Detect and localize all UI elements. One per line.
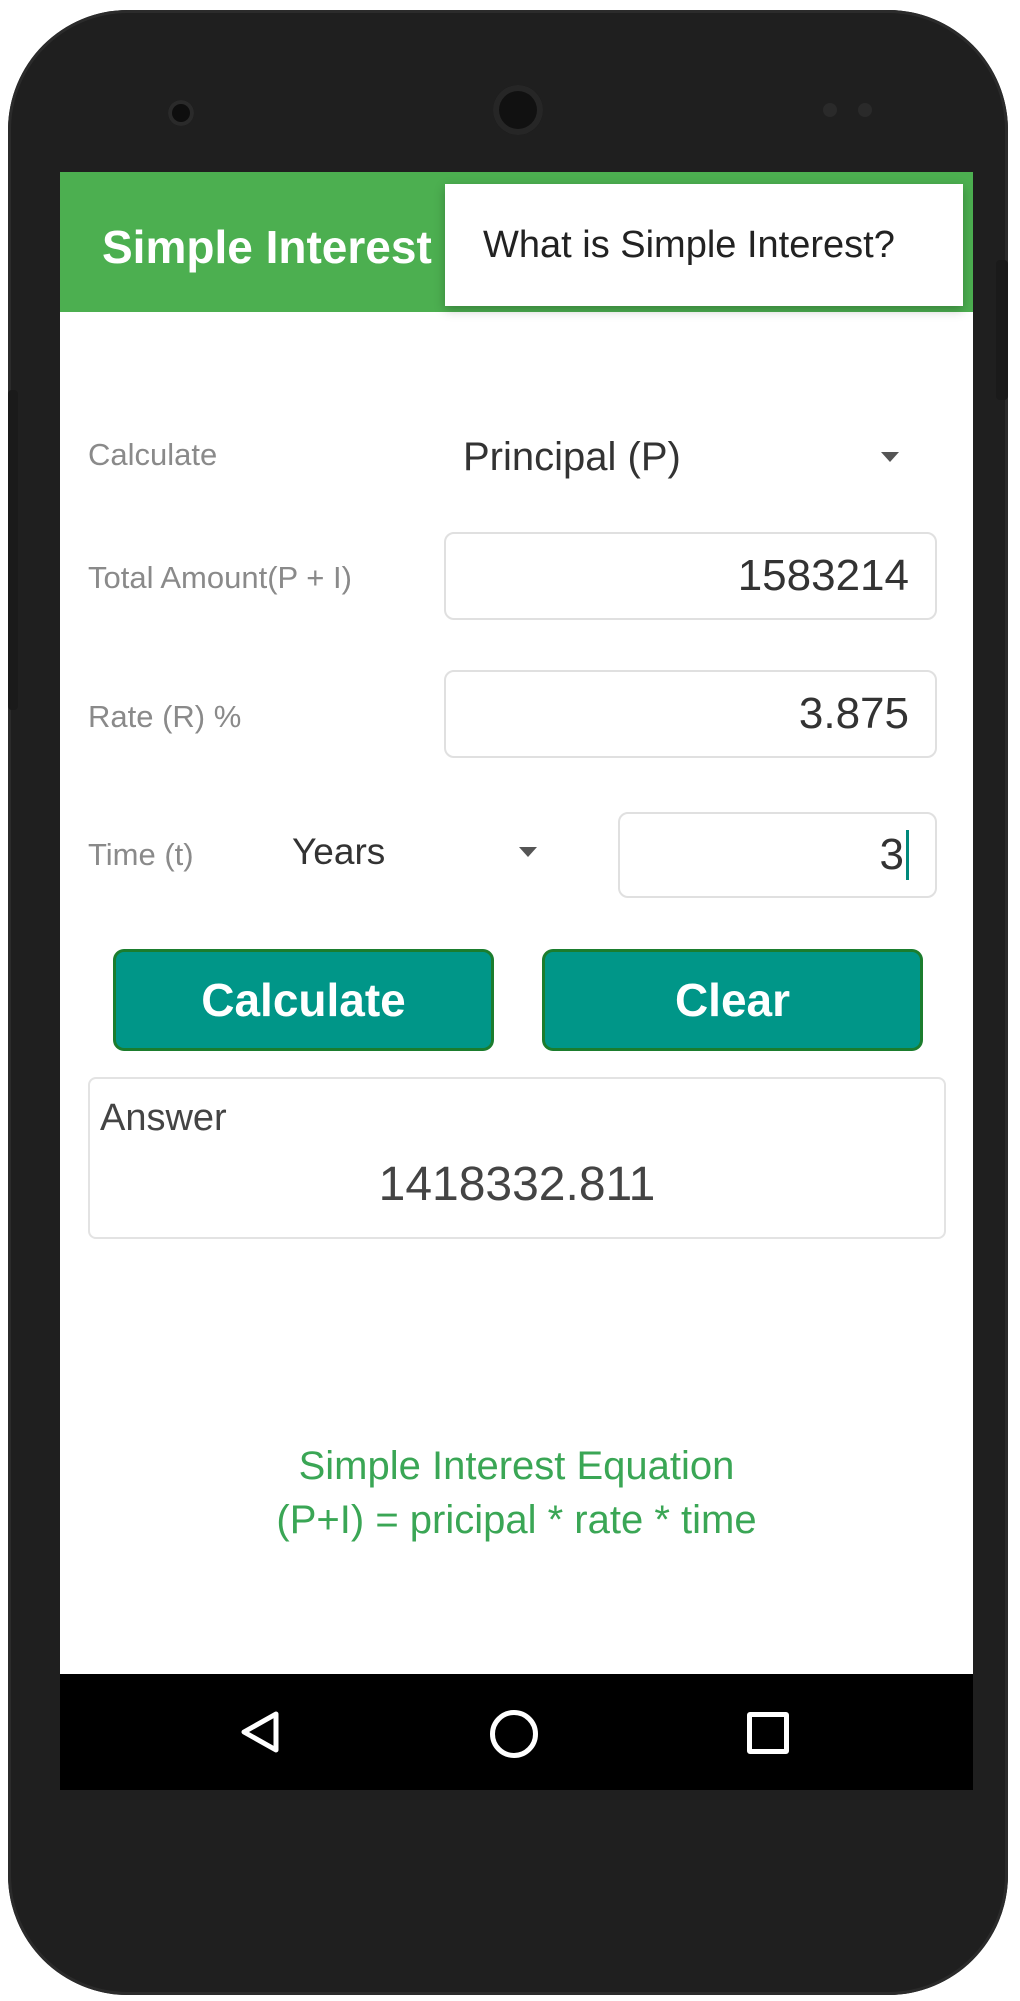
home-icon[interactable]	[490, 1710, 538, 1758]
calculate-label: Calculate	[88, 437, 218, 472]
rate-input[interactable]: 3.875	[444, 670, 937, 758]
back-icon[interactable]	[238, 1710, 282, 1754]
equation-formula: (P+I) = pricipal * rate * time	[276, 1498, 757, 1542]
time-label: Time (t)	[88, 837, 194, 872]
time-value: 3	[879, 830, 904, 879]
rate-label: Rate (R) %	[88, 699, 242, 734]
total-amount-value: 1583214	[737, 551, 909, 600]
volume-button	[8, 390, 18, 710]
overflow-menu: What is Simple Interest?	[445, 184, 963, 306]
proximity-sensor	[168, 100, 194, 126]
front-camera	[493, 85, 543, 135]
calculate-button[interactable]: Calculate	[116, 952, 491, 1048]
chevron-down-icon	[519, 847, 537, 857]
equation-title: Simple Interest Equation	[298, 1444, 735, 1488]
calculate-spinner[interactable]: Principal (P)	[463, 427, 933, 487]
navigation-bar	[60, 1674, 973, 1790]
calculate-spinner-value: Principal (P)	[463, 434, 681, 479]
total-amount-label: Total Amount(P + I)	[88, 560, 352, 595]
light-sensor	[858, 103, 872, 117]
rate-value: 3.875	[798, 689, 909, 738]
total-amount-input[interactable]: 1583214	[444, 532, 937, 620]
light-sensor	[823, 103, 837, 117]
menu-item-what-is-simple-interest[interactable]: What is Simple Interest?	[445, 184, 963, 306]
answer-value: 1418332.811	[378, 1158, 656, 1211]
time-input[interactable]: 3	[618, 812, 937, 898]
app-title: Simple Interest	[102, 221, 432, 273]
clear-button[interactable]: Clear	[545, 952, 920, 1048]
answer-box: Answer 1418332.811	[88, 1077, 946, 1239]
time-unit-value: Years	[292, 831, 386, 872]
time-unit-spinner[interactable]: Years	[292, 822, 537, 882]
chevron-down-icon	[881, 452, 899, 462]
answer-label: Answer	[100, 1097, 227, 1139]
text-cursor	[906, 830, 909, 880]
phone-frame: Simple Interest What is Simple Interest?…	[8, 10, 1008, 1995]
recent-apps-icon[interactable]	[747, 1712, 789, 1754]
app-screen: Simple Interest What is Simple Interest?…	[60, 172, 973, 1790]
power-button	[996, 260, 1008, 400]
